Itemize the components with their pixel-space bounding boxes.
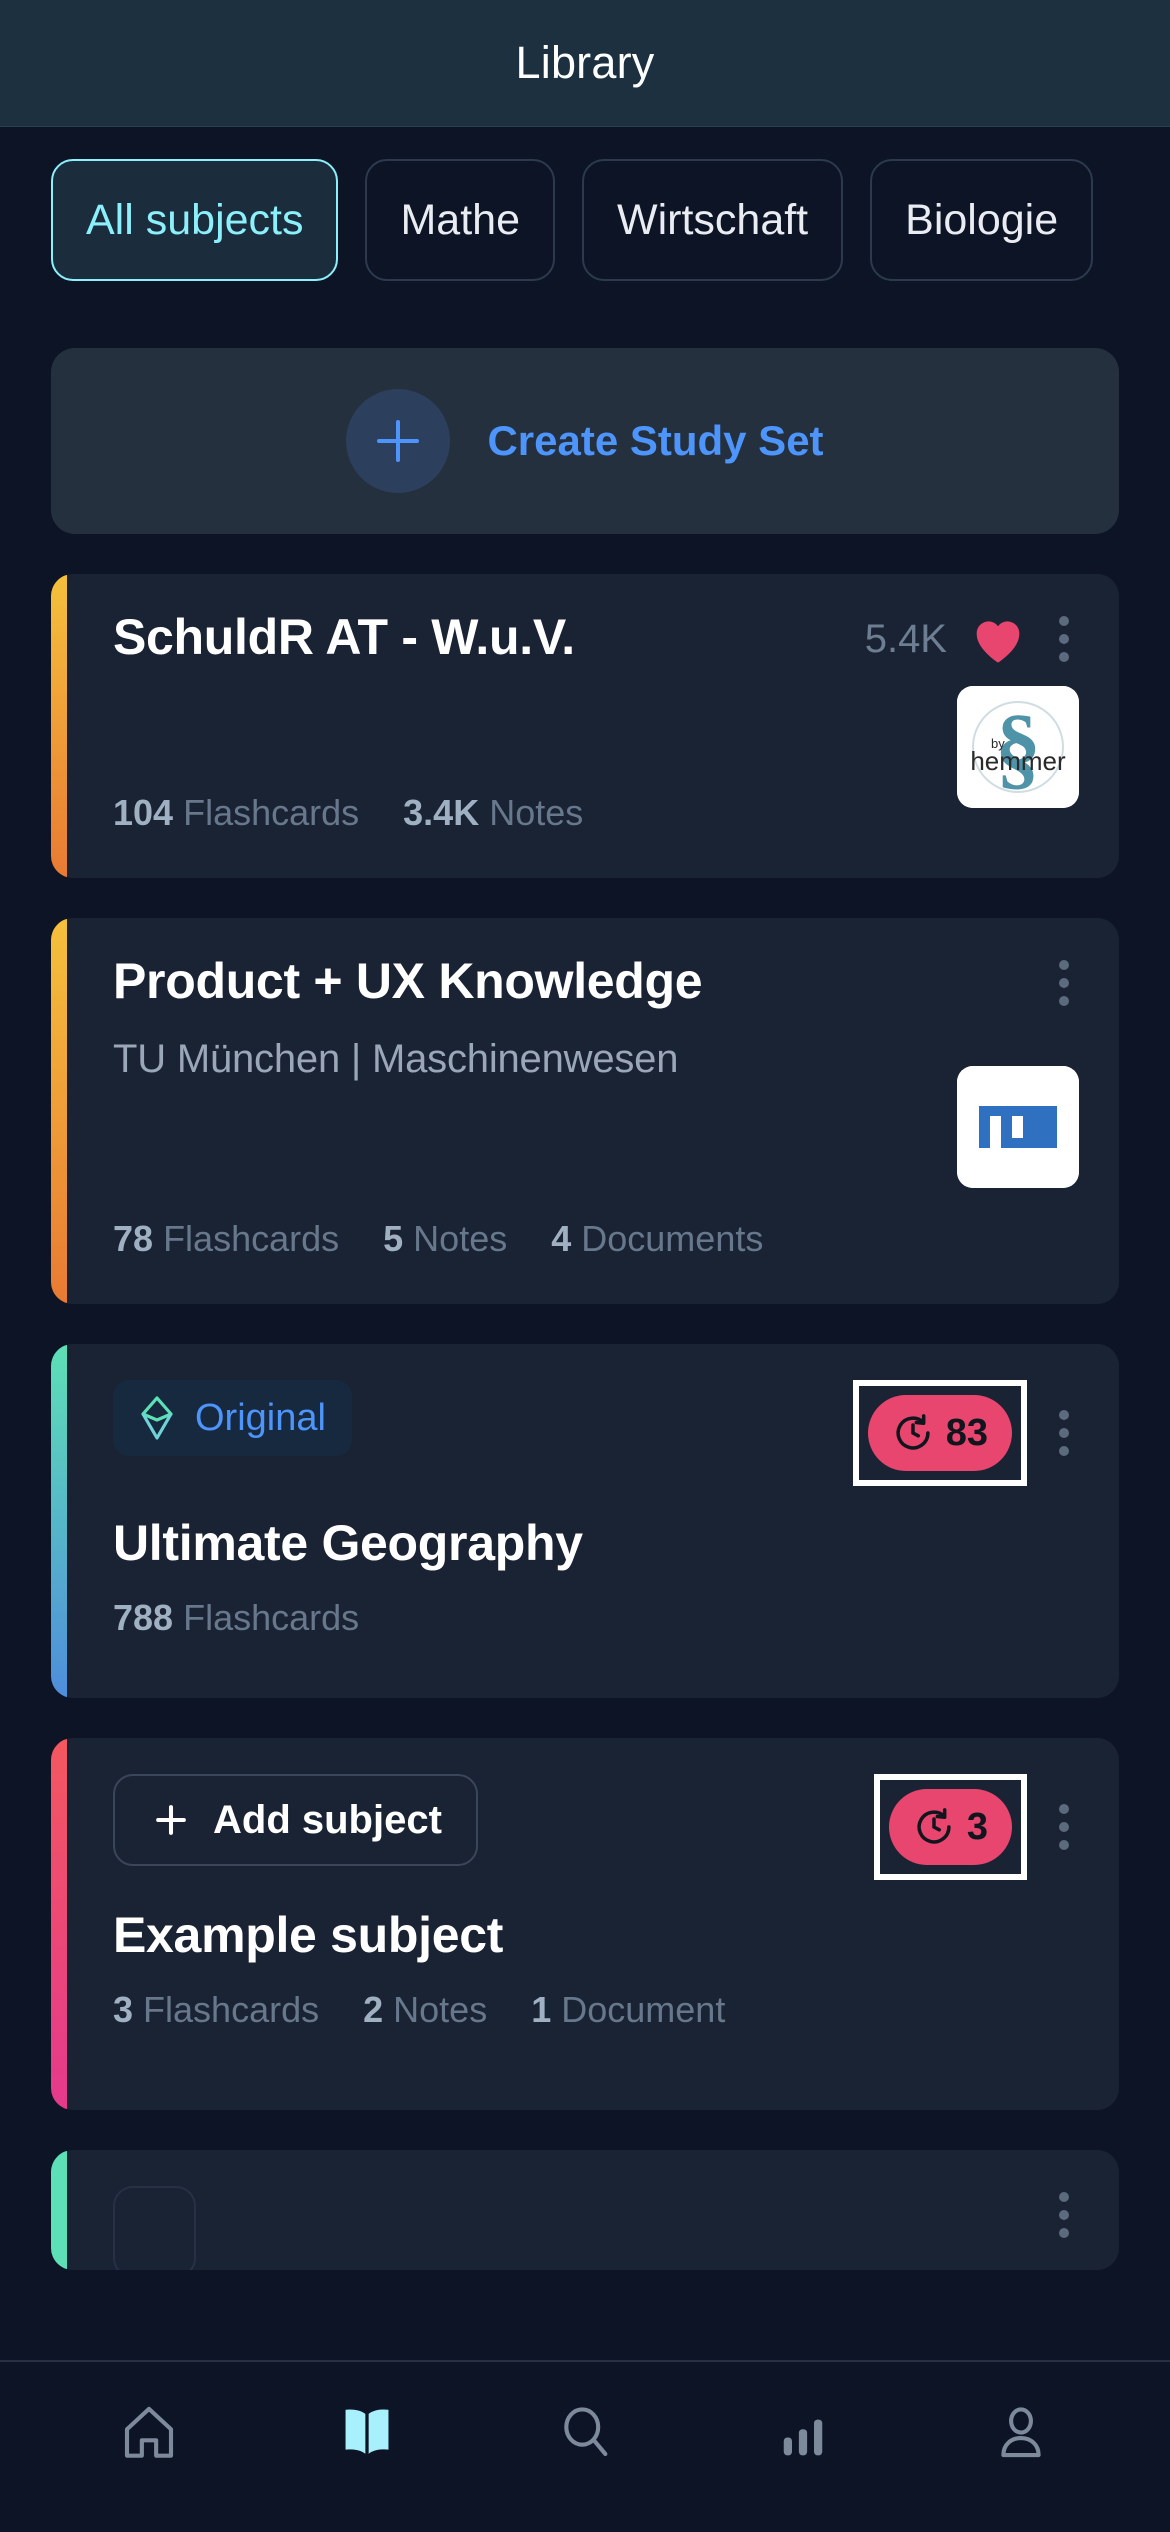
nav-profile[interactable] <box>961 2372 1081 2492</box>
original-badge: Original <box>113 1380 352 1456</box>
bottom-navigation <box>0 2360 1170 2532</box>
card-subtitle: TU München | Maschinenwesen <box>113 1037 679 1081</box>
chip-mathe[interactable]: Mathe <box>365 159 555 281</box>
page-title: Library <box>515 37 655 88</box>
stat-item: 1 Document <box>531 1989 726 2030</box>
library-screen: Library All subjects Mathe Wirtschaft Bi… <box>0 0 1170 2532</box>
app-header: Library <box>0 0 1170 127</box>
library-list: Create Study Set SchuldR AT - W.u.V. 5.4… <box>0 348 1170 2270</box>
card-overflow-menu[interactable] <box>1049 610 1079 668</box>
card-accent-bar <box>51 574 67 878</box>
card-overflow-menu[interactable] <box>1049 1404 1079 1462</box>
add-subject-button[interactable] <box>113 2186 197 2270</box>
stat-item: 5 Notes <box>383 1218 508 1259</box>
stats-bars-icon <box>783 2419 823 2456</box>
card-title: SchuldR AT - W.u.V. <box>113 609 575 665</box>
stat-item: 3.4K Notes <box>403 792 584 833</box>
subject-filter-chips: All subjects Mathe Wirtschaft Biologie <box>0 127 1170 293</box>
clock-refresh-icon <box>917 1808 951 1844</box>
card-stats: 3 Flashcards 2 Notes 1 Document <box>113 1989 1079 2031</box>
chip-biologie[interactable]: Biologie <box>870 159 1094 281</box>
stat-item: 788 Flashcards <box>113 1597 360 1638</box>
study-set-card-example-subject[interactable]: Add subject 3 Example subject 3 Flashcar… <box>51 1738 1119 2110</box>
study-set-card-ultimate-geography[interactable]: Original 83 Ultimate Geography 788 Flash… <box>51 1344 1119 1698</box>
due-timer-pill[interactable]: 3 <box>888 1789 1012 1865</box>
stat-item: 2 Notes <box>363 1989 488 2030</box>
card-stats: 788 Flashcards <box>113 1597 1079 1639</box>
create-study-set-label: Create Study Set <box>487 417 824 464</box>
card-accent-bar <box>51 1344 67 1698</box>
card-overflow-menu[interactable] <box>1049 1798 1079 1856</box>
card-title: Ultimate Geography <box>113 1515 583 1571</box>
due-timer-pill[interactable]: 83 <box>867 1395 1012 1471</box>
like-count: 5.4K <box>864 616 947 661</box>
study-set-card-schuldr[interactable]: SchuldR AT - W.u.V. 5.4K § by hemmer 104… <box>51 574 1119 878</box>
card-accent-bar <box>51 1738 67 2110</box>
study-set-card-next-partial[interactable] <box>51 2150 1119 2270</box>
home-icon <box>124 2406 174 2458</box>
publisher-logo-hemmer: § by hemmer <box>957 686 1079 808</box>
svg-text:hemmer: hemmer <box>970 746 1066 776</box>
plus-icon <box>346 389 451 493</box>
chip-all-subjects[interactable]: All subjects <box>51 159 339 281</box>
profile-icon <box>1001 2407 1041 2458</box>
stat-item: 4 Documents <box>551 1218 764 1259</box>
due-count: 3 <box>966 1805 988 1848</box>
study-set-card-product-ux[interactable]: Product + UX Knowledge TU München | Masc… <box>51 918 1119 1304</box>
card-overflow-menu[interactable] <box>1049 954 1079 1012</box>
original-badge-label: Original <box>195 1396 326 1439</box>
create-study-set-button[interactable]: Create Study Set <box>51 348 1119 534</box>
stat-item: 104 Flashcards <box>113 792 360 833</box>
card-title: Example subject <box>113 1907 504 1963</box>
card-overflow-menu[interactable] <box>1049 2186 1079 2244</box>
book-icon <box>345 2409 389 2454</box>
add-subject-label: Add subject <box>213 1797 442 1842</box>
timer-highlight-box: 83 <box>852 1380 1027 1486</box>
stat-item: 78 Flashcards <box>113 1218 340 1259</box>
search-icon <box>564 2407 608 2457</box>
due-count: 83 <box>945 1411 988 1454</box>
card-accent-bar <box>51 2150 67 2270</box>
clock-refresh-icon <box>896 1414 930 1450</box>
nav-home[interactable] <box>89 2372 209 2492</box>
heart-icon[interactable] <box>969 613 1027 665</box>
card-stats: 104 Flashcards 3.4K Notes <box>113 792 583 834</box>
chip-wirtschaft[interactable]: Wirtschaft <box>582 159 844 281</box>
nav-library[interactable] <box>307 2372 427 2492</box>
diamond-icon <box>141 1396 173 1440</box>
nav-stats[interactable] <box>743 2372 863 2492</box>
timer-highlight-box: 3 <box>873 1774 1027 1880</box>
plus-icon <box>156 1805 186 1835</box>
card-accent-bar <box>51 918 67 1304</box>
card-title: Product + UX Knowledge <box>113 953 703 1009</box>
nav-search[interactable] <box>525 2372 645 2492</box>
add-subject-button[interactable]: Add subject <box>113 1774 478 1866</box>
card-stats: 78 Flashcards 5 Notes 4 Documents <box>113 1218 763 1260</box>
stat-item: 3 Flashcards <box>113 1989 320 2030</box>
publisher-logo-tum <box>957 1066 1079 1188</box>
